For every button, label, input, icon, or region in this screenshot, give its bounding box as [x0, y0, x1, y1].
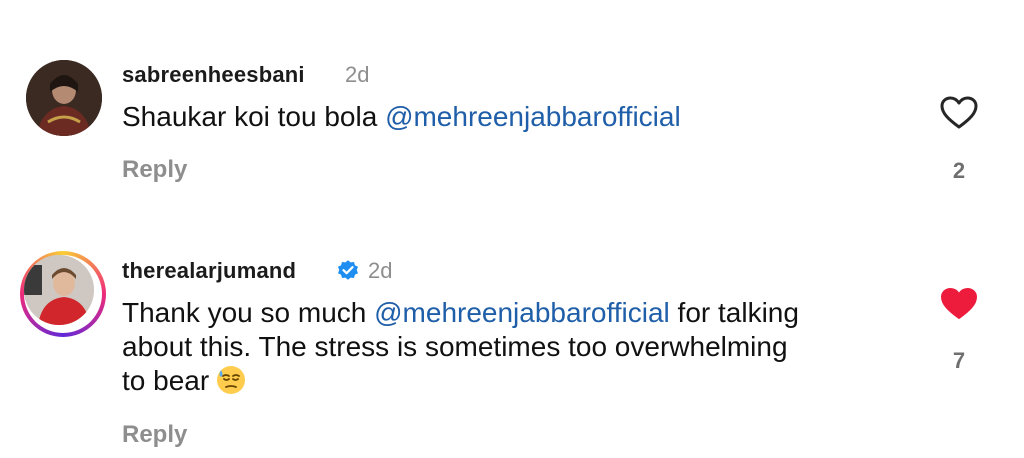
reply-button[interactable]: Reply: [122, 156, 187, 184]
comment-text-body: for talking: [669, 297, 799, 328]
comment-line-2: about this. The stress is sometimes too …: [122, 331, 788, 362]
comment-text: Thank you so much @mehreenjabbarofficial…: [122, 296, 799, 398]
verified-badge-icon: [338, 260, 358, 280]
heart-icon[interactable]: [940, 96, 978, 130]
comment-text-body: to bear: [122, 365, 210, 396]
comment-username[interactable]: therealarjumand: [122, 258, 296, 284]
comment-text: Shaukar koi tou bola @mehreenjabbaroffic…: [122, 100, 681, 134]
reply-button[interactable]: Reply: [122, 421, 187, 449]
heart-filled-icon[interactable]: [940, 287, 978, 321]
like-count[interactable]: 2: [939, 158, 979, 184]
comment-timestamp: 2d: [368, 258, 393, 283]
comment-text-body: Thank you so much: [122, 297, 375, 328]
downcast-face-with-sweat-icon: [217, 366, 246, 394]
comment-line-3: to bear: [122, 364, 799, 398]
avatar[interactable]: [20, 251, 106, 337]
comment-username[interactable]: sabreenheesbani: [122, 62, 305, 88]
mention-link[interactable]: @mehreenjabbarofficial: [385, 101, 681, 132]
mention-link[interactable]: @mehreenjabbarofficial: [374, 297, 670, 328]
comment-text-body: Shaukar koi tou bola: [122, 101, 386, 132]
like-count[interactable]: 7: [939, 348, 979, 374]
avatar[interactable]: [26, 60, 102, 136]
comment-timestamp: 2d: [345, 62, 370, 87]
comment-line-1: Thank you so much @mehreenjabbarofficial…: [122, 296, 799, 330]
